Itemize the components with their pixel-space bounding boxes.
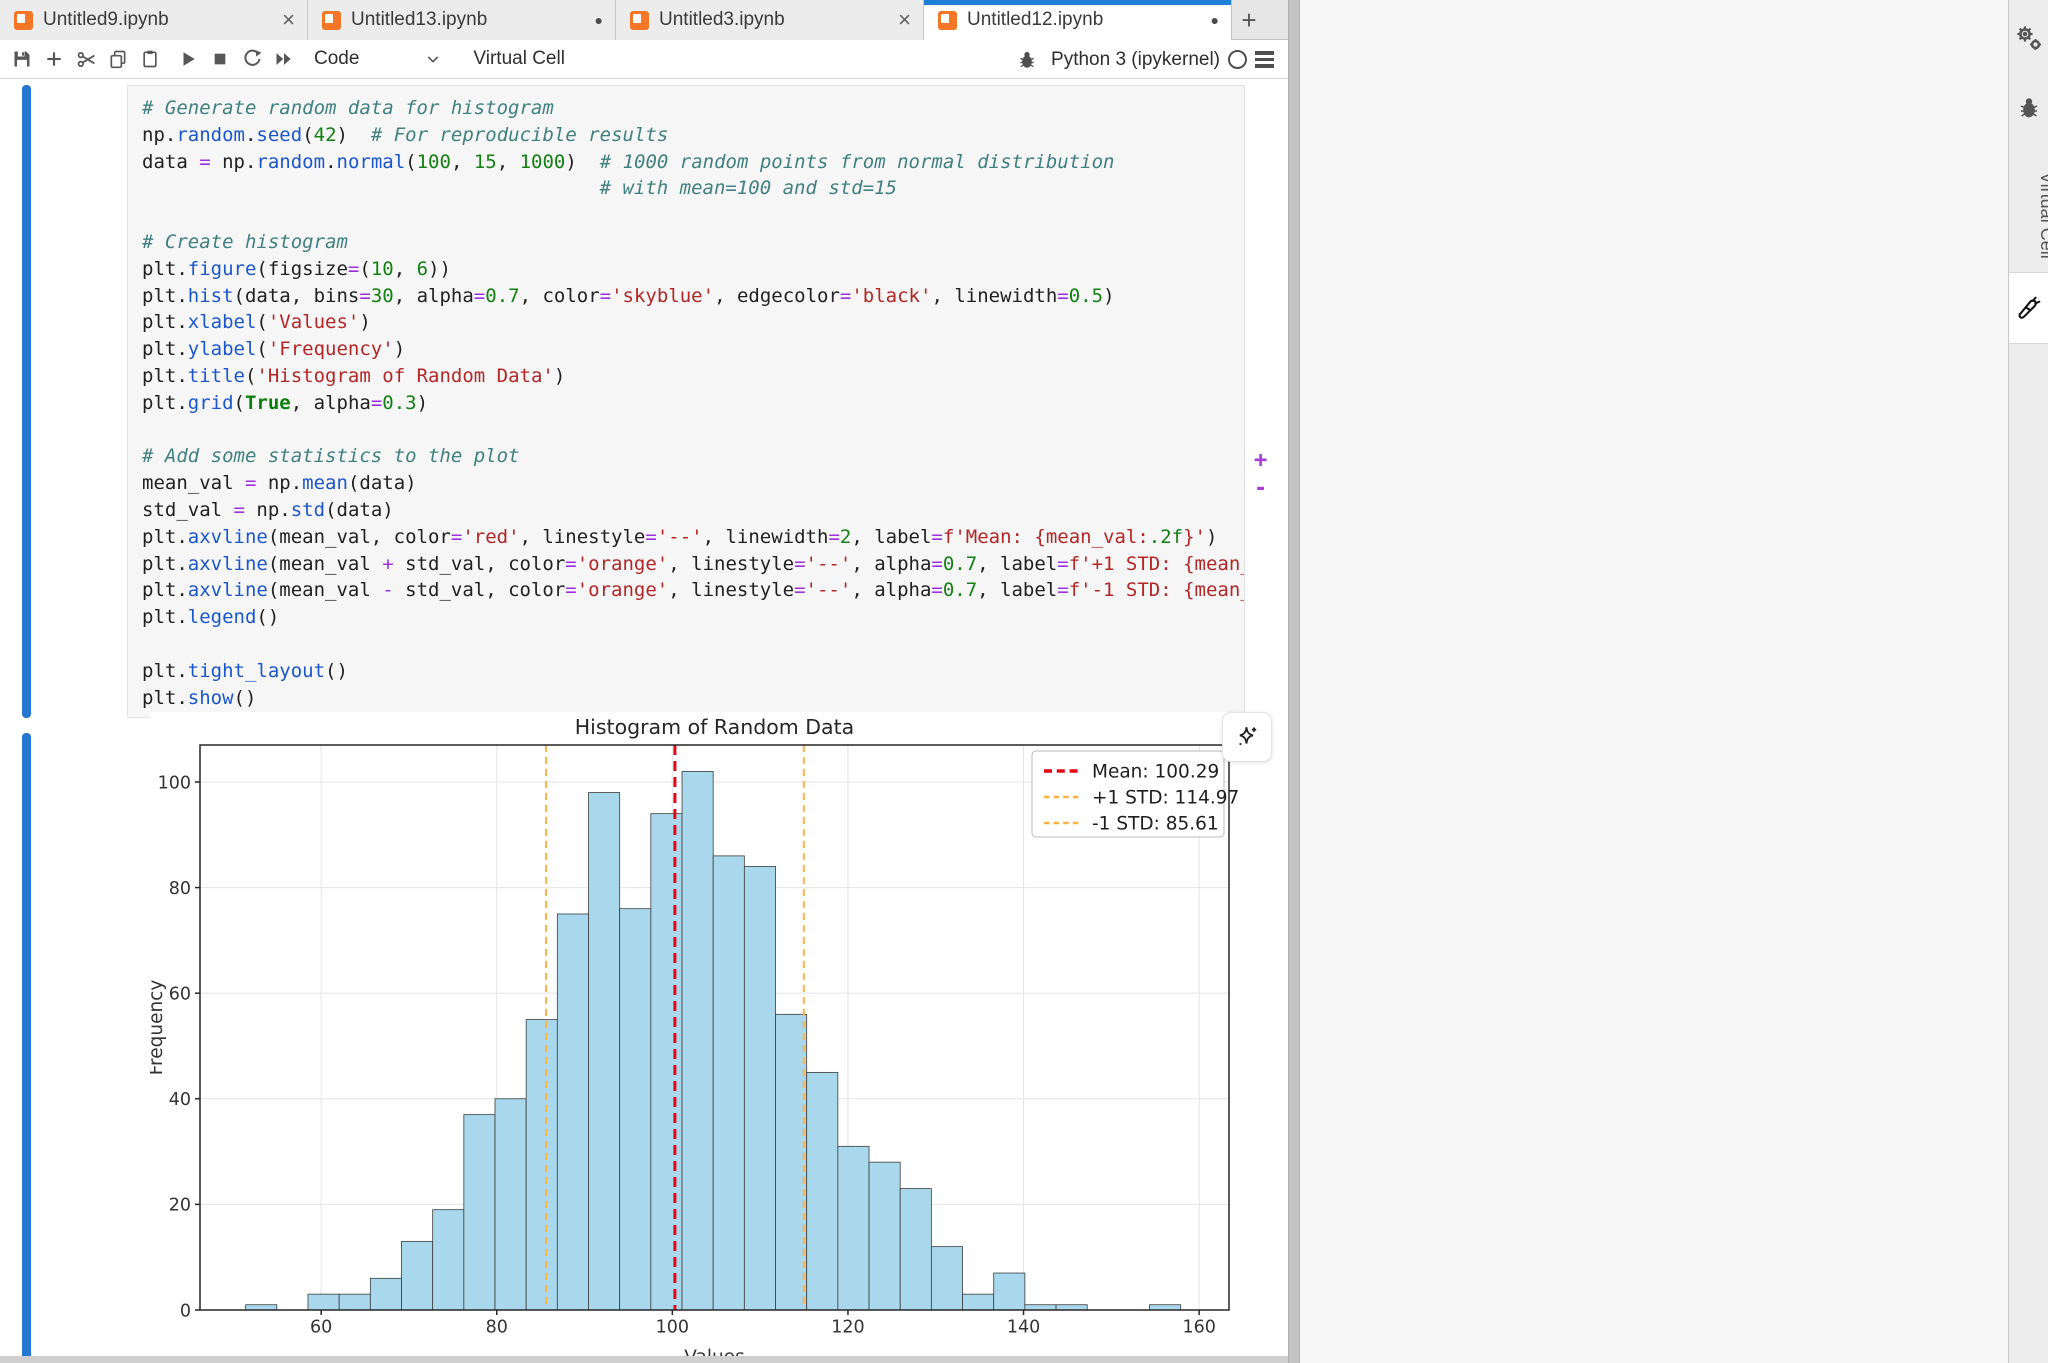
ai-sparkle-button[interactable]: [1222, 712, 1272, 762]
svg-text:Frequency: Frequency: [150, 980, 167, 1076]
tab-untitled3[interactable]: Untitled3.ipynb ×: [616, 0, 924, 40]
notebook-area: Untitled9.ipynb × Untitled13.ipynb ● Unt…: [0, 0, 1288, 1363]
tab-bar: Untitled9.ipynb × Untitled13.ipynb ● Unt…: [0, 0, 1288, 40]
svg-text:100: 100: [158, 773, 191, 793]
svg-text:120: 120: [831, 1318, 864, 1338]
svg-text:+1 STD: 114.97: +1 STD: 114.97: [1092, 788, 1239, 809]
carrot-icon: [2016, 295, 2042, 321]
svg-text:60: 60: [169, 984, 191, 1004]
output-histogram: 60 80 100 120 140 160 0 20 40 60 80 100 Histogram of…: [150, 712, 1290, 1363]
copy-cell-button[interactable]: [102, 44, 134, 74]
unsaved-dot-icon[interactable]: ●: [1211, 12, 1219, 28]
menu-hamburger-icon[interactable]: [1255, 51, 1274, 68]
panel-splitter[interactable]: [1288, 0, 1300, 1363]
tab-label: Untitled12.ipynb: [967, 9, 1211, 31]
stop-kernel-button[interactable]: [204, 44, 236, 74]
restart-kernel-button[interactable]: [236, 44, 268, 74]
notebook-toolbar: Code Virtual Cell Python 3 (ipykernel): [0, 40, 1288, 79]
save-button[interactable]: [6, 44, 38, 74]
close-icon[interactable]: ×: [282, 9, 295, 31]
new-tab-button[interactable]: +: [1232, 0, 1266, 40]
code-cell[interactable]: # Generate random data for histogramnp.r…: [127, 85, 1245, 718]
svg-text:40: 40: [169, 1090, 191, 1110]
svg-text:Histogram of Random Data: Histogram of Random Data: [575, 715, 854, 739]
gutter-plus-mark: +: [1254, 448, 1267, 473]
svg-text:140: 140: [1007, 1318, 1040, 1338]
window-bottom-edge: [0, 1356, 1288, 1363]
svg-text:20: 20: [169, 1196, 191, 1216]
run-cell-ai-panel: Run Cell AI Click to connect C + New Cha…: [1300, 0, 2008, 1363]
right-sidebar-rail: Virtual Cell: [2008, 0, 2048, 1363]
notebook-file-icon: [14, 11, 33, 30]
code-cell-editor[interactable]: # Generate random data for histogramnp.r…: [142, 95, 1244, 711]
notebook-file-icon: [938, 11, 957, 30]
virtual-cell-mode-label: Virtual Cell: [473, 48, 565, 70]
chevron-down-icon[interactable]: [417, 44, 449, 74]
notebook-file-icon: [322, 11, 341, 30]
add-cell-button[interactable]: [38, 44, 70, 74]
restart-run-all-button[interactable]: [268, 44, 300, 74]
kernel-status-icon: [1228, 50, 1247, 69]
svg-text:80: 80: [169, 879, 191, 899]
property-inspector-gears-icon[interactable]: [2009, 24, 2048, 52]
svg-text:0: 0: [180, 1301, 191, 1321]
tab-untitled12-active[interactable]: Untitled12.ipynb ●: [924, 0, 1232, 40]
cell-type-select[interactable]: Code: [314, 48, 359, 70]
tab-label: Untitled3.ipynb: [659, 9, 898, 31]
unsaved-dot-icon[interactable]: ●: [595, 12, 603, 28]
svg-text:100: 100: [656, 1318, 689, 1338]
active-cell-indicator[interactable]: [22, 85, 31, 718]
kernel-name[interactable]: Python 3 (ipykernel): [1051, 49, 1220, 71]
svg-text:-1 STD: 85.61: -1 STD: 85.61: [1092, 814, 1219, 835]
gutter-minus-mark: -: [1254, 476, 1267, 501]
close-icon[interactable]: ×: [898, 9, 911, 31]
sidebar-tab-run-cell-ai-active[interactable]: [2009, 272, 2048, 344]
tab-label: Untitled9.ipynb: [43, 9, 282, 31]
tab-label: Untitled13.ipynb: [351, 9, 595, 31]
svg-text:80: 80: [486, 1318, 508, 1338]
sidebar-tab-virtual-cell[interactable]: Virtual Cell: [2017, 160, 2048, 270]
paste-cell-button[interactable]: [134, 44, 166, 74]
run-cell-button[interactable]: [172, 44, 204, 74]
tab-untitled9[interactable]: Untitled9.ipynb ×: [0, 0, 308, 40]
notebook-file-icon: [630, 11, 649, 30]
output-cell-indicator[interactable]: [22, 733, 31, 1363]
debugger-bug-icon[interactable]: [2009, 96, 2048, 120]
debugger-bug-icon[interactable]: [1011, 45, 1043, 75]
tab-untitled13[interactable]: Untitled13.ipynb ●: [308, 0, 616, 40]
svg-text:160: 160: [1182, 1318, 1215, 1338]
svg-text:Mean: 100.29: Mean: 100.29: [1092, 762, 1219, 783]
svg-text:60: 60: [310, 1318, 332, 1338]
cut-cell-button[interactable]: [70, 44, 102, 74]
